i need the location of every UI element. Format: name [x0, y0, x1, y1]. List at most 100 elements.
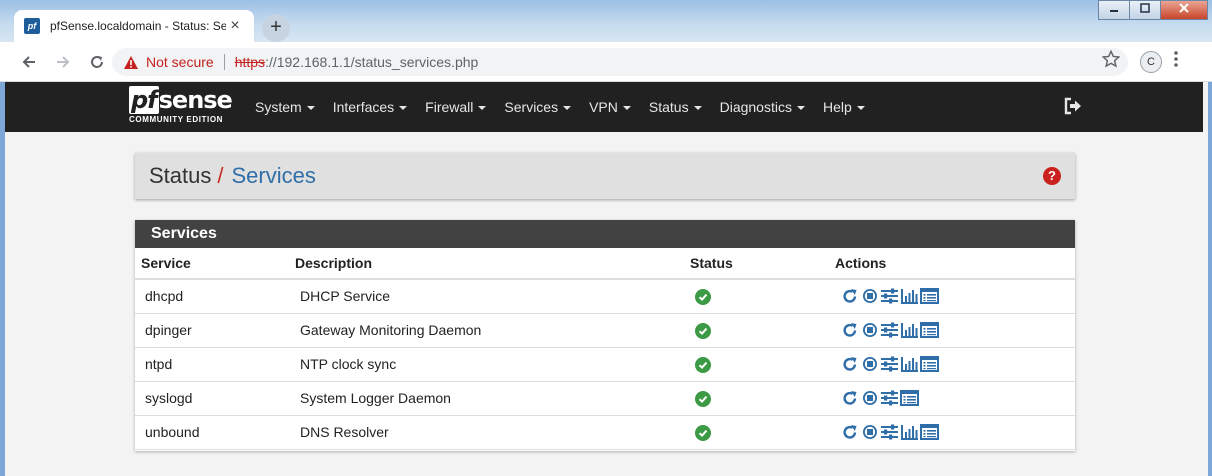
pfsense-navbar: pfsense COMMUNITY EDITION System Interfa…: [5, 82, 1203, 132]
forward-button[interactable]: [46, 45, 80, 79]
window-controls: [1098, 0, 1208, 20]
menu-interfaces[interactable]: Interfaces: [333, 99, 408, 115]
service-status: [690, 415, 835, 450]
sign-out-icon[interactable]: [1063, 96, 1083, 116]
restart-glyph: [842, 323, 856, 337]
menu-firewall[interactable]: Firewall: [425, 99, 487, 115]
sliders-icon[interactable]: [880, 424, 899, 441]
profile-avatar[interactable]: C: [1140, 51, 1162, 73]
list-alt-icon[interactable]: [920, 424, 939, 441]
logo-wordmark: pfsense: [129, 86, 239, 114]
table-row-dhcpd: dhcpd DHCP Service: [135, 279, 1075, 314]
service-description: DNS Resolver: [295, 415, 690, 450]
pfsense-logo[interactable]: pfsense COMMUNITY EDITION: [129, 86, 239, 129]
menu-services[interactable]: Services: [504, 99, 572, 115]
back-button[interactable]: [12, 45, 46, 79]
menu-help[interactable]: Help: [823, 99, 865, 115]
minimize-button[interactable]: [1098, 0, 1130, 20]
menu-vpn[interactable]: VPN: [589, 99, 631, 115]
list-alt-icon[interactable]: [920, 288, 939, 305]
check-mark: [698, 361, 708, 369]
new-tab-button[interactable]: +: [262, 14, 290, 42]
breadcrumb-current[interactable]: Services: [232, 163, 316, 189]
browser-tab[interactable]: pf pfSense.localdomain - Status: Se ×: [14, 10, 254, 42]
sliders-icon[interactable]: [880, 288, 899, 305]
check-circle-icon: [695, 424, 711, 441]
security-status[interactable]: Not secure: [146, 54, 214, 70]
maximize-button[interactable]: [1129, 0, 1161, 20]
stop-icon[interactable]: [860, 390, 879, 407]
stop-icon[interactable]: [860, 424, 879, 441]
stop-icon[interactable]: [860, 322, 879, 339]
column-header-service: Service: [135, 248, 295, 280]
stop-glyph: [862, 323, 877, 337]
stop-icon[interactable]: [860, 356, 879, 373]
service-actions: [835, 415, 1075, 450]
restart-icon[interactable]: [840, 288, 859, 305]
restart-icon[interactable]: [840, 356, 859, 373]
star-icon[interactable]: [1102, 50, 1120, 68]
caret-down-icon: [693, 106, 702, 111]
logo-pf: pf: [129, 86, 159, 114]
column-header-status: Status: [690, 248, 835, 280]
restart-glyph: [842, 357, 856, 371]
table-row-syslogd: syslogd System Logger Daemon: [135, 381, 1075, 416]
bar-chart-glyph: [900, 357, 918, 372]
menu-diagnostics[interactable]: Diagnostics: [720, 99, 805, 115]
menu-status[interactable]: Status: [649, 99, 702, 115]
sliders-glyph: [881, 356, 898, 372]
restart-glyph: [842, 391, 856, 405]
menu-system[interactable]: System: [255, 99, 315, 115]
warning-triangle-icon: [124, 55, 138, 69]
restart-icon[interactable]: [840, 424, 859, 441]
check-mark: [698, 293, 708, 301]
column-header-description: Description: [295, 248, 690, 280]
page-viewport: pfsense COMMUNITY EDITION System Interfa…: [5, 82, 1208, 476]
list-alt-icon[interactable]: [900, 390, 919, 407]
sliders-icon[interactable]: [880, 356, 899, 373]
stop-icon[interactable]: [860, 288, 879, 305]
table-row-dpinger: dpinger Gateway Monitoring Daemon: [135, 313, 1075, 348]
check-mark: [698, 395, 708, 403]
sliders-icon[interactable]: [880, 390, 899, 407]
caret-down-icon: [856, 106, 865, 111]
bar-chart-glyph: [900, 323, 918, 338]
caret-down-icon: [622, 106, 631, 111]
more-vert-icon[interactable]: [1174, 51, 1178, 72]
check-circle-icon: [695, 322, 711, 339]
list-alt-icon[interactable]: [920, 356, 939, 373]
tab-close-icon[interactable]: ×: [226, 17, 244, 35]
list-alt-glyph: [920, 288, 939, 305]
list-alt-icon[interactable]: [920, 322, 939, 339]
stop-glyph: [862, 425, 877, 439]
sliders-icon[interactable]: [880, 322, 899, 339]
address-bar[interactable]: Not secure https://192.168.1.1/status_se…: [112, 48, 1128, 76]
window-close-icon: [1179, 3, 1189, 13]
reload-icon: [91, 55, 103, 68]
restart-icon[interactable]: [840, 390, 859, 407]
browser-toolbar: Not secure https://192.168.1.1/status_se…: [0, 42, 1212, 82]
bar-chart-icon[interactable]: [900, 288, 919, 305]
arrow-left-icon: [22, 55, 35, 68]
list-alt-glyph: [920, 322, 939, 338]
question-circle-icon[interactable]: ?: [1043, 167, 1061, 185]
url-scheme: https: [234, 54, 266, 70]
caret-down-icon: [563, 106, 572, 111]
services-table: Service Description Status Actions dhcpd…: [135, 248, 1075, 450]
window-close-button[interactable]: [1160, 0, 1208, 20]
reload-button[interactable]: [80, 45, 114, 79]
bar-chart-icon[interactable]: [900, 424, 919, 441]
caret-down-icon: [796, 106, 805, 111]
menu-label: Status: [648, 99, 689, 115]
bar-chart-icon[interactable]: [900, 322, 919, 339]
sliders-glyph: [881, 288, 898, 304]
service-name: dpinger: [135, 313, 295, 348]
restart-icon[interactable]: [840, 322, 859, 339]
arrow-right-icon: [57, 55, 70, 68]
service-actions: [835, 347, 1075, 382]
stop-glyph: [862, 391, 877, 405]
breadcrumb-separator: /: [217, 163, 224, 188]
table-row-unbound: unbound DNS Resolver: [135, 415, 1075, 450]
service-description: NTP clock sync: [295, 347, 690, 382]
bar-chart-icon[interactable]: [900, 356, 919, 373]
